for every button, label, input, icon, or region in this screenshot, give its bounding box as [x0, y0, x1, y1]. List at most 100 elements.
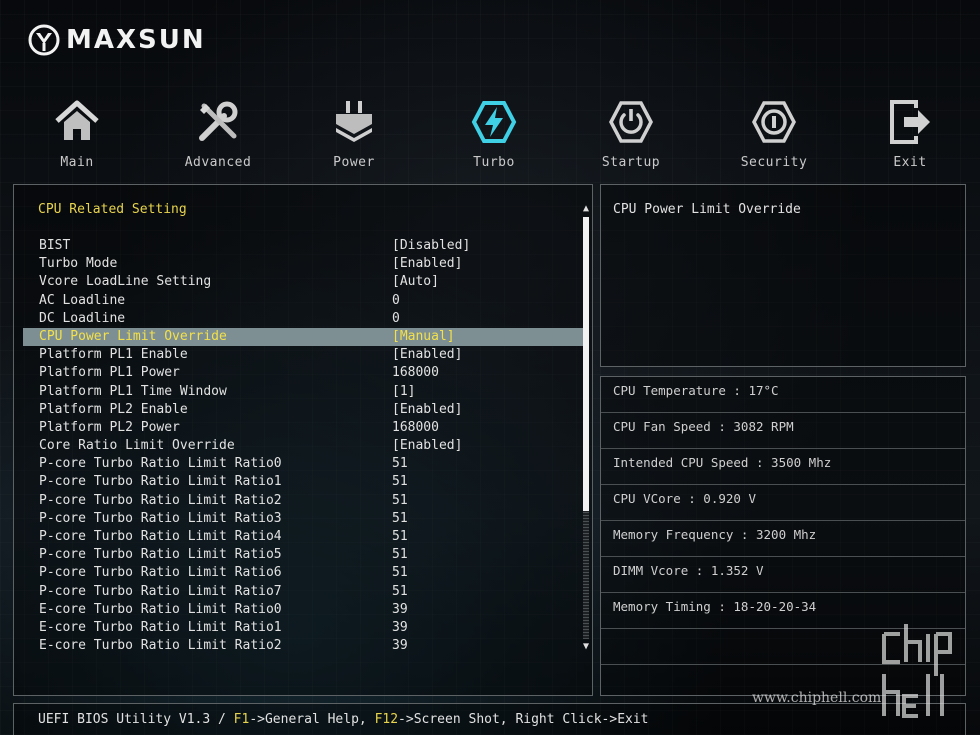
setting-value[interactable]: 51: [392, 564, 408, 582]
setting-label: E-core Turbo Ratio Limit Ratio2: [39, 638, 282, 654]
tab-security[interactable]: Security: [719, 98, 829, 178]
setting-value[interactable]: 51: [392, 455, 408, 473]
setting-label: Turbo Mode: [39, 256, 118, 272]
setting-row[interactable]: DC Loadline 0: [23, 310, 583, 328]
setting-value[interactable]: 168000: [392, 419, 439, 437]
setting-row[interactable]: Core Ratio Limit Override [Enabled]: [23, 437, 583, 455]
setting-value[interactable]: [Disabled]: [392, 237, 470, 255]
setting-value[interactable]: [Manual]: [392, 328, 455, 346]
tools-icon: [199, 101, 238, 141]
power-plug-icon: [336, 101, 372, 142]
setting-value[interactable]: 51: [392, 510, 408, 528]
setting-row-selected[interactable]: CPU Power Limit Override [Manual]: [23, 327, 583, 347]
setting-row[interactable]: E-core Turbo Ratio Limit Ratio1 39: [23, 619, 583, 637]
setting-value[interactable]: 0: [392, 310, 400, 328]
footer-key-f12: F12: [374, 712, 399, 727]
setting-value[interactable]: 39: [392, 601, 408, 619]
setting-row[interactable]: AC Loadline 0: [23, 292, 583, 310]
setting-value[interactable]: 51: [392, 492, 408, 510]
setting-row[interactable]: Platform PL2 Power 168000: [23, 419, 583, 437]
setting-value[interactable]: 0: [392, 292, 400, 310]
setting-row[interactable]: Platform PL2 Enable [Enabled]: [23, 401, 583, 419]
turbo-bolt-icon: [471, 101, 517, 143]
settings-panel: CPU Related Setting BIST [Disabled] Turbo …: [13, 184, 593, 696]
help-panel: CPU Power Limit Override: [600, 184, 966, 367]
setting-row[interactable]: E-core Turbo Ratio Limit Ratio2 39: [23, 637, 583, 655]
setting-row[interactable]: Turbo Mode [Enabled]: [23, 255, 583, 273]
setting-label: P-core Turbo Ratio Limit Ratio0: [39, 456, 282, 472]
tab-power[interactable]: Power: [299, 98, 409, 178]
setting-value[interactable]: 39: [392, 619, 408, 637]
info-memory-frequency: Memory Frequency : 3200 Mhz: [601, 521, 965, 557]
setting-label: P-core Turbo Ratio Limit Ratio3: [39, 510, 282, 526]
watermark-text: www.chiphell.com: [752, 690, 882, 706]
footer-key-f1: F1: [233, 712, 250, 727]
scroll-thumb[interactable]: [583, 217, 589, 511]
scrollbar[interactable]: ▲ ▼: [581, 203, 591, 653]
setting-row[interactable]: BIST [Disabled]: [23, 237, 583, 255]
help-text: CPU Power Limit Override: [613, 202, 801, 217]
setting-row[interactable]: P-core Turbo Ratio Limit Ratio3 51: [23, 510, 583, 528]
setting-label: P-core Turbo Ratio Limit Ratio6: [39, 565, 282, 581]
setting-row[interactable]: P-core Turbo Ratio Limit Ratio5 51: [23, 546, 583, 564]
setting-value[interactable]: [1]: [392, 383, 415, 401]
setting-label: BIST: [39, 238, 71, 253]
scroll-up-arrow-icon[interactable]: ▲: [581, 203, 591, 215]
setting-row[interactable]: P-core Turbo Ratio Limit Ratio2 51: [23, 492, 583, 510]
setting-value[interactable]: [Auto]: [392, 273, 439, 291]
setting-row[interactable]: P-core Turbo Ratio Limit Ratio1 51: [23, 473, 583, 491]
tab-main[interactable]: Main: [22, 98, 132, 178]
setting-row[interactable]: P-core Turbo Ratio Limit Ratio6 51: [23, 564, 583, 582]
info-cpu-vcore: CPU VCore : 0.920 V: [601, 485, 965, 521]
setting-value[interactable]: [Enabled]: [392, 255, 462, 273]
info-cpu-fan-speed: CPU Fan Speed : 3082 RPM: [601, 413, 965, 449]
tab-security-label: Security: [740, 155, 808, 170]
setting-label: P-core Turbo Ratio Limit Ratio7: [39, 583, 282, 599]
setting-row[interactable]: Vcore LoadLine Setting [Auto]: [23, 273, 583, 291]
tab-turbo[interactable]: Turbo: [439, 98, 549, 178]
maxsun-logo-mark-icon: [28, 24, 60, 56]
setting-value[interactable]: 168000: [392, 364, 439, 382]
tab-turbo-label: Turbo: [473, 155, 515, 170]
tab-exit-label: Exit: [893, 155, 927, 170]
setting-label: Vcore LoadLine Setting: [39, 274, 212, 290]
info-cpu-temperature: CPU Temperature : 17°C: [601, 377, 965, 413]
setting-label: E-core Turbo Ratio Limit Ratio0: [39, 601, 282, 617]
setting-value[interactable]: 51: [392, 473, 408, 491]
setting-label: P-core Turbo Ratio Limit Ratio2: [39, 492, 282, 508]
setting-label: E-core Turbo Ratio Limit Ratio1: [39, 619, 282, 635]
startup-power-icon: [609, 101, 653, 143]
setting-value[interactable]: [Enabled]: [392, 346, 462, 364]
setting-value[interactable]: [Enabled]: [392, 401, 462, 419]
setting-row[interactable]: Platform PL1 Time Window [1]: [23, 383, 583, 401]
security-shield-icon: [752, 101, 796, 143]
tab-startup[interactable]: Startup: [576, 98, 686, 178]
tab-advanced[interactable]: Advanced: [163, 98, 273, 178]
section-title: CPU Related Setting: [38, 202, 187, 217]
setting-row[interactable]: P-core Turbo Ratio Limit Ratio4 51: [23, 528, 583, 546]
tab-exit[interactable]: Exit: [855, 98, 965, 178]
footer-prefix: UEFI BIOS Utility V1.3 /: [38, 712, 234, 727]
setting-value[interactable]: 51: [392, 546, 408, 564]
setting-label: P-core Turbo Ratio Limit Ratio4: [39, 529, 282, 544]
setting-label: DC Loadline: [39, 310, 126, 326]
setting-label: Platform PL1 Enable: [39, 347, 188, 363]
setting-row[interactable]: E-core Turbo Ratio Limit Ratio0 39: [23, 601, 583, 619]
footer-text-2: ->Screen Shot, Right Click->Exit: [398, 712, 649, 727]
setting-row[interactable]: P-core Turbo Ratio Limit Ratio0 51: [23, 455, 583, 473]
setting-value[interactable]: [Enabled]: [392, 437, 462, 455]
setting-row[interactable]: P-core Turbo Ratio Limit Ratio7 51: [23, 583, 583, 601]
setting-value[interactable]: 51: [392, 528, 408, 546]
settings-list: BIST [Disabled] Turbo Mode [Enabled] Vcore L…: [23, 237, 583, 655]
setting-row[interactable]: Platform PL1 Power 168000: [23, 364, 583, 382]
setting-value[interactable]: 51: [392, 583, 408, 601]
tab-main-label: Main: [60, 155, 94, 170]
setting-label: P-core Turbo Ratio Limit Ratio1: [39, 474, 282, 490]
setting-label: Platform PL1 Time Window: [39, 383, 227, 399]
scroll-down-arrow-icon[interactable]: ▼: [581, 641, 591, 653]
info-cpu-speed: Intended CPU Speed : 3500 Mhz: [601, 449, 965, 485]
footer-bar: UEFI BIOS Utility V1.3 / F1->General Hel…: [13, 703, 966, 735]
setting-row[interactable]: Platform PL1 Enable [Enabled]: [23, 346, 583, 364]
footer-text-1: ->General Help,: [249, 712, 375, 727]
setting-value[interactable]: 39: [392, 637, 408, 655]
